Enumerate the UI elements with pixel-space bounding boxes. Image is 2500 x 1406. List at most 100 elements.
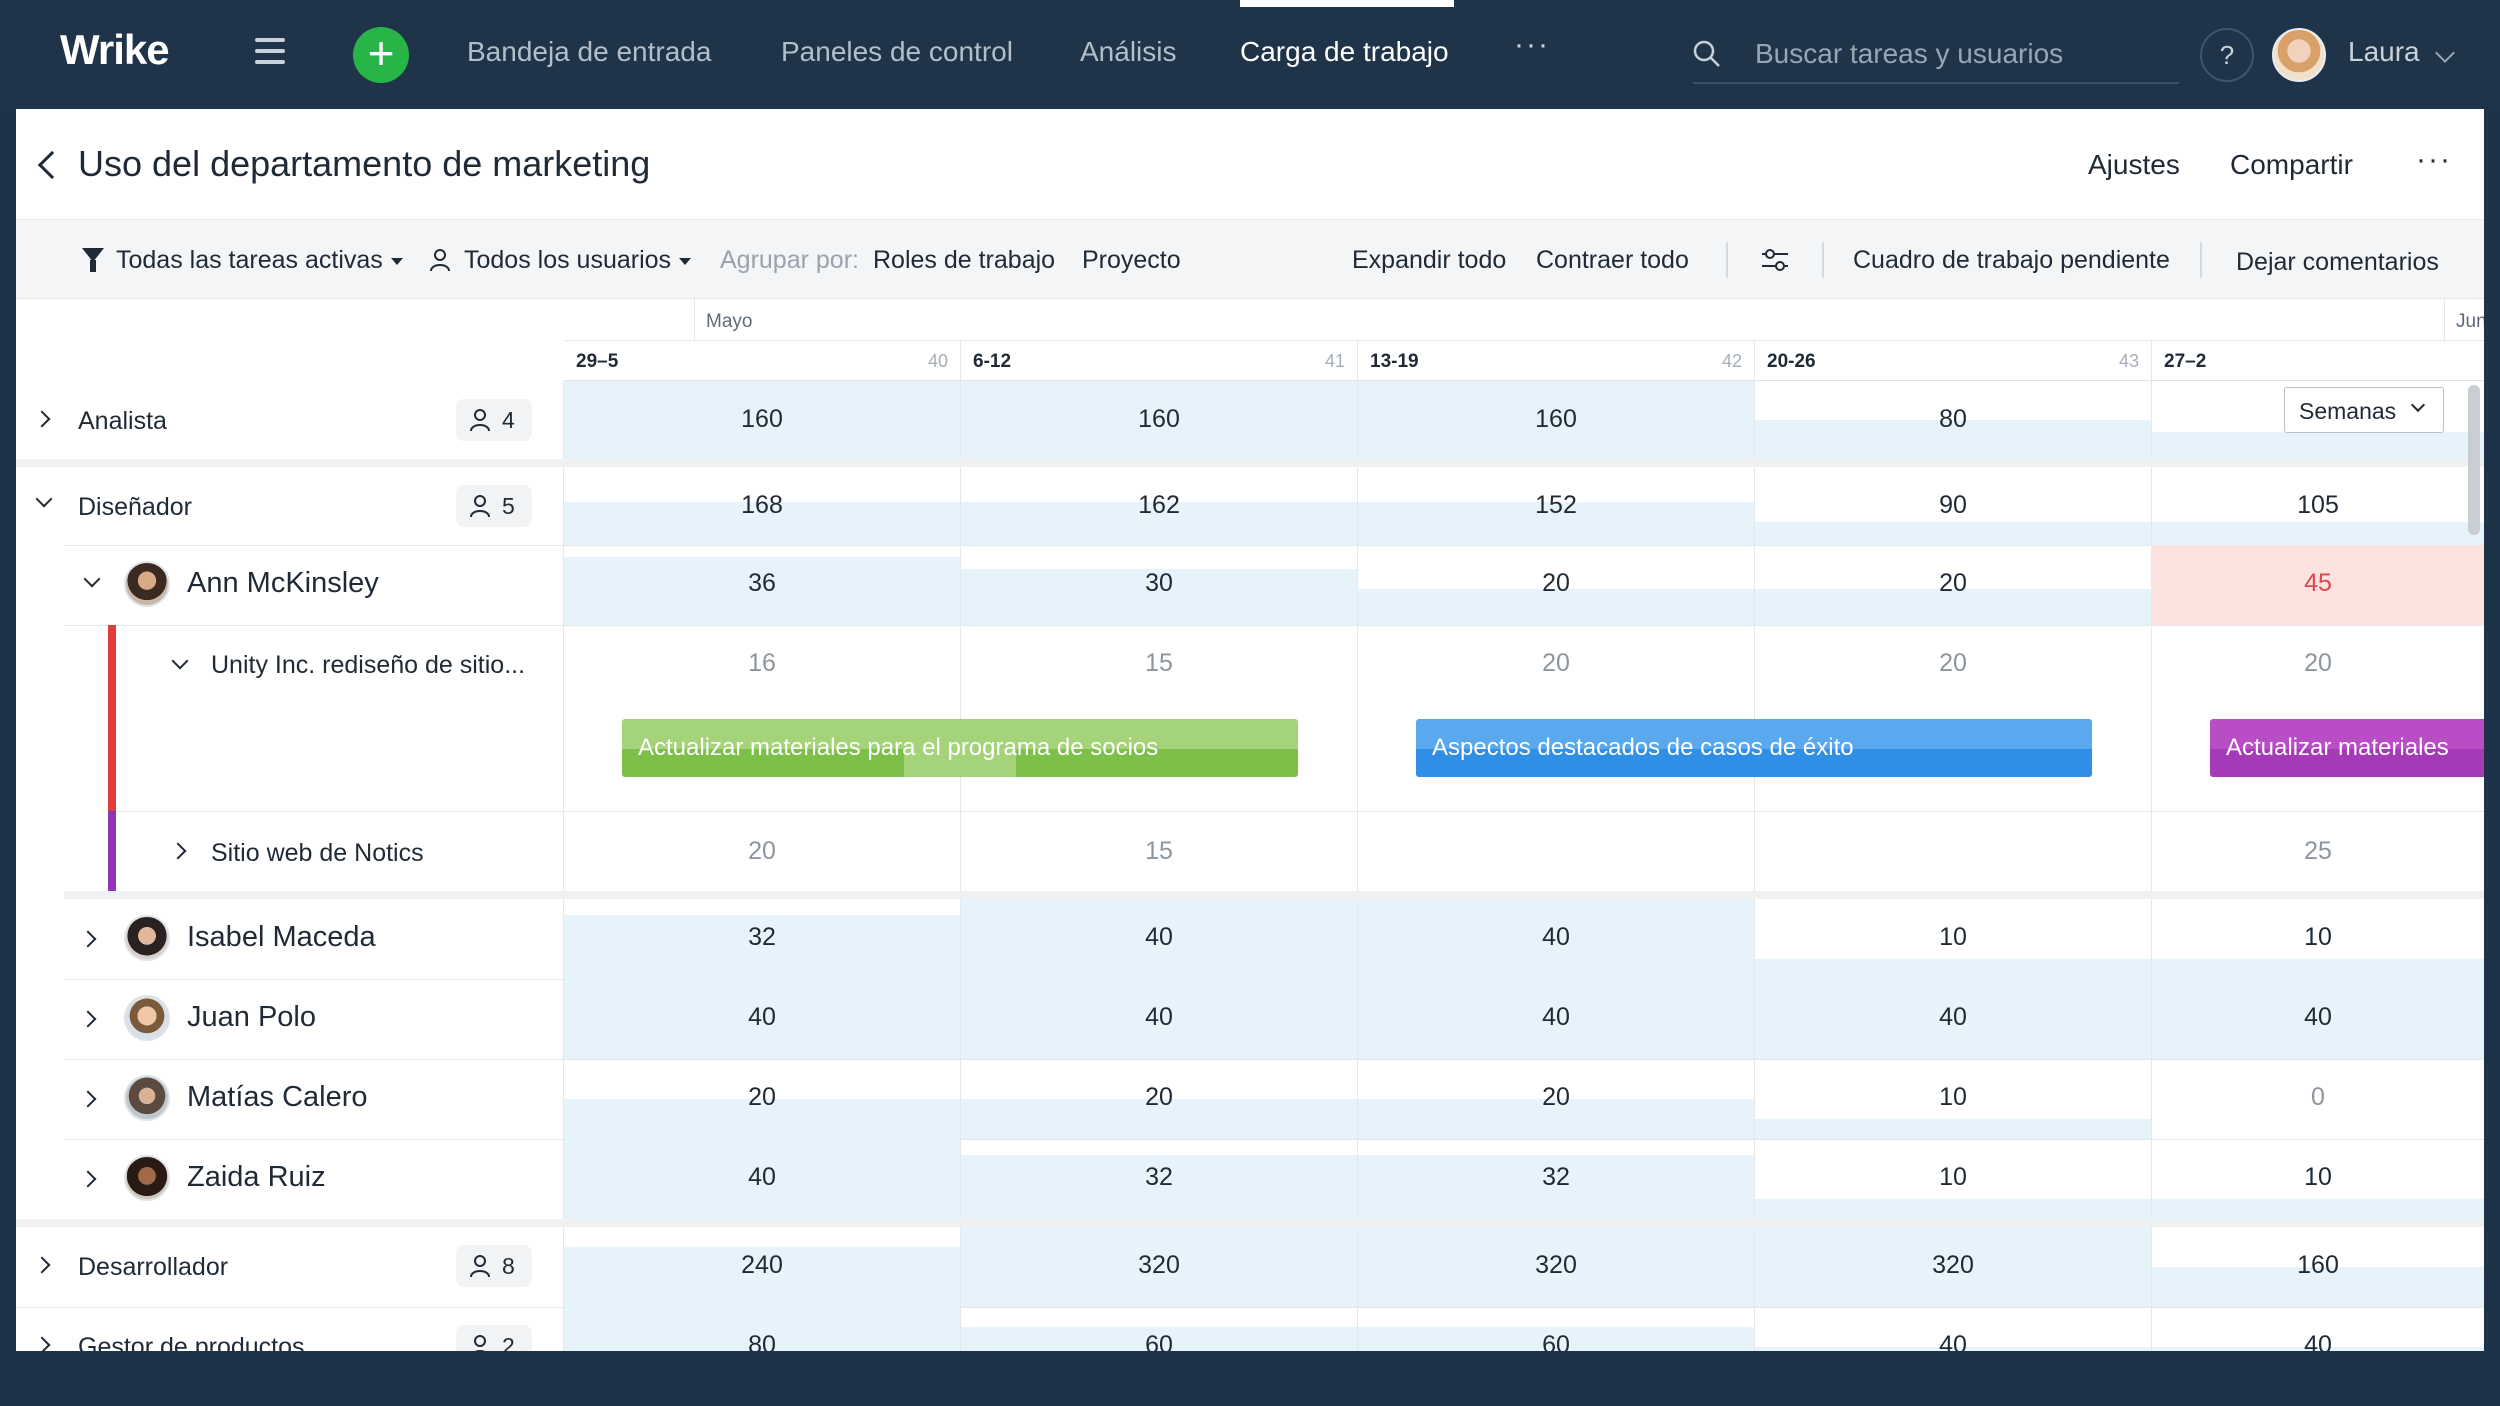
load-cell[interactable]: 0 <box>2152 1059 2484 1139</box>
load-cell[interactable]: 320 <box>1358 1227 1755 1307</box>
chevron-down-icon[interactable] <box>83 570 101 588</box>
load-cell[interactable]: 15 <box>961 625 1358 811</box>
search-icon[interactable] <box>1693 40 1721 68</box>
load-cell[interactable]: 20 <box>564 811 961 891</box>
load-cell[interactable]: 40 <box>1755 979 2152 1059</box>
load-cell[interactable]: 20 <box>2152 625 2484 811</box>
chevron-right-icon[interactable] <box>79 1170 97 1188</box>
load-cell[interactable]: 160 <box>564 381 961 459</box>
role-row-disenador[interactable]: Diseñador 5 168 162 152 90 105 <box>16 467 2484 545</box>
create-new-button[interactable]: + <box>353 27 409 83</box>
load-cell[interactable]: 20 <box>1358 545 1755 625</box>
nav-more-icon[interactable]: ··· <box>1514 28 1550 62</box>
load-cell[interactable]: 40 <box>1358 979 1755 1059</box>
back-arrow-icon[interactable] <box>37 150 67 180</box>
nav-workload[interactable]: Carga de trabajo <box>1240 36 1449 68</box>
more-options-icon[interactable]: ··· <box>2416 143 2452 177</box>
load-cell[interactable]: 20 <box>564 1059 961 1139</box>
settings-button[interactable]: Ajustes <box>2088 149 2180 181</box>
load-cell[interactable]: 40 <box>564 979 961 1059</box>
task-bar[interactable]: Aspectos destacados de casos de éxito <box>1416 719 2092 777</box>
load-cell[interactable]: 10 <box>1755 1139 2152 1219</box>
load-cell[interactable]: 40 <box>2152 1307 2484 1351</box>
role-row-gestor-de-productos[interactable]: Gestor de productos 2 80 60 60 40 40 <box>16 1307 2484 1351</box>
load-cell[interactable]: 40 <box>961 979 1358 1059</box>
load-cell-overloaded[interactable]: 45 <box>2152 545 2484 625</box>
load-cell[interactable]: 10 <box>1755 1059 2152 1139</box>
share-button[interactable]: Compartir <box>2230 149 2353 181</box>
project-row-unity[interactable]: Unity Inc. rediseño de sitio... 16 15 20… <box>16 625 2484 811</box>
load-cell[interactable]: 80 <box>564 1307 961 1351</box>
load-cell[interactable]: 320 <box>1755 1227 2152 1307</box>
role-row-desarrollador[interactable]: Desarrollador 8 240 320 320 320 160 <box>16 1227 2484 1307</box>
chevron-down-icon[interactable] <box>171 652 189 670</box>
load-cell[interactable]: 40 <box>1358 899 1755 979</box>
load-cell[interactable]: 320 <box>961 1227 1358 1307</box>
load-cell[interactable]: 10 <box>2152 1139 2484 1219</box>
load-cell[interactable]: 162 <box>961 467 1358 545</box>
nav-dashboards[interactable]: Paneles de control <box>781 36 1013 68</box>
user-name[interactable]: Laura <box>2348 36 2420 68</box>
load-cell[interactable]: 40 <box>961 899 1358 979</box>
filter-users-dropdown[interactable]: Todos los usuarios <box>464 246 692 275</box>
load-cell[interactable]: 160 <box>961 381 1358 459</box>
load-cell[interactable]: 160 <box>1358 381 1755 459</box>
load-cell[interactable]: 60 <box>961 1307 1358 1351</box>
vertical-scrollbar[interactable] <box>2468 385 2480 535</box>
load-cell[interactable]: 32 <box>564 899 961 979</box>
load-cell[interactable]: 20 <box>1358 1059 1755 1139</box>
load-cell[interactable]: 10 <box>2152 899 2484 979</box>
load-cell[interactable]: 10 <box>1755 899 2152 979</box>
load-cell[interactable]: 32 <box>1358 1139 1755 1219</box>
load-cell[interactable] <box>1755 811 2152 891</box>
chevron-right-icon[interactable] <box>79 1090 97 1108</box>
group-by-project[interactable]: Proyecto <box>1082 246 1181 275</box>
nav-inbox[interactable]: Bandeja de entrada <box>467 36 711 68</box>
chevron-right-icon[interactable] <box>33 410 51 428</box>
load-cell[interactable]: 25 <box>2152 811 2484 891</box>
chevron-right-icon[interactable] <box>79 1010 97 1028</box>
user-row-matias-calero[interactable]: Matías Calero 20 20 20 10 0 <box>16 1059 2484 1139</box>
task-bar[interactable]: Actualizar materiales para el programa d… <box>622 719 1298 777</box>
chevron-down-icon[interactable] <box>2435 43 2455 63</box>
time-scale-dropdown[interactable]: Semanas <box>2284 387 2444 433</box>
menu-icon[interactable] <box>255 38 285 64</box>
pending-work-board-button[interactable]: Cuadro de trabajo pendiente <box>1853 246 2170 275</box>
load-cell[interactable]: 160 <box>2152 1227 2484 1307</box>
load-cell[interactable] <box>1358 811 1755 891</box>
load-cell[interactable]: 36 <box>564 545 961 625</box>
load-cell[interactable]: 240 <box>564 1227 961 1307</box>
load-cell[interactable]: 40 <box>2152 979 2484 1059</box>
group-by-roles[interactable]: Roles de trabajo <box>873 246 1055 275</box>
task-bar[interactable]: Actualizar materiales <box>2210 719 2484 777</box>
sliders-icon[interactable] <box>1760 246 1790 274</box>
load-cell[interactable]: 40 <box>564 1139 961 1219</box>
chevron-down-icon[interactable] <box>35 490 53 508</box>
user-row-juan-polo[interactable]: Juan Polo 40 40 40 40 40 <box>16 979 2484 1059</box>
load-cell[interactable]: 20 <box>1755 625 2152 811</box>
load-cell[interactable]: 105 <box>2152 467 2484 545</box>
load-cell[interactable]: 15 <box>961 811 1358 891</box>
user-row-ann-mckinsley[interactable]: Ann McKinsley 36 30 20 20 45 <box>16 545 2484 625</box>
role-row-analista[interactable]: Analista 4 160 160 160 80 <box>16 381 2484 459</box>
project-row-notics[interactable]: Sitio web de Notics 20 15 25 <box>16 811 2484 891</box>
collapse-all-button[interactable]: Contraer todo <box>1536 246 1689 275</box>
user-row-isabel-maceda[interactable]: Isabel Maceda 32 40 40 10 10 <box>16 899 2484 979</box>
nav-analytics[interactable]: Análisis <box>1080 36 1176 68</box>
load-cell[interactable]: 168 <box>564 467 961 545</box>
user-row-zaida-ruiz[interactable]: Zaida Ruiz 40 32 32 10 10 <box>16 1139 2484 1219</box>
wrike-logo[interactable]: Wrike <box>60 26 170 74</box>
search-input[interactable] <box>1755 34 2175 74</box>
load-cell[interactable]: 152 <box>1358 467 1755 545</box>
load-cell[interactable]: 30 <box>961 545 1358 625</box>
chevron-right-icon[interactable] <box>33 1336 51 1351</box>
load-cell[interactable]: 16 <box>564 625 961 811</box>
load-cell[interactable]: 32 <box>961 1139 1358 1219</box>
user-avatar[interactable] <box>2272 28 2326 82</box>
load-cell[interactable]: 40 <box>1755 1307 2152 1351</box>
chevron-right-icon[interactable] <box>169 842 187 860</box>
load-cell[interactable]: 20 <box>961 1059 1358 1139</box>
load-cell[interactable]: 20 <box>1358 625 1755 811</box>
load-cell[interactable]: 90 <box>1755 467 2152 545</box>
load-cell[interactable]: 20 <box>1755 545 2152 625</box>
